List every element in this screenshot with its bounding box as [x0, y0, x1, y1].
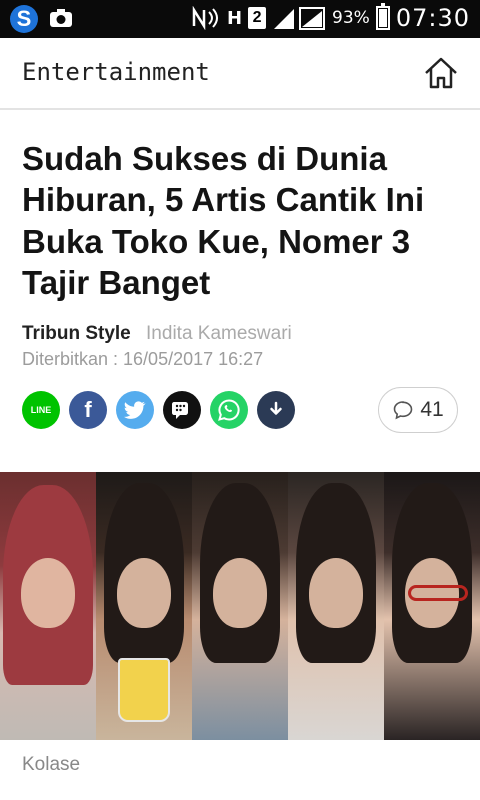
- section-title: Entertainment: [22, 58, 210, 86]
- camera-app-icon: [50, 9, 72, 27]
- whatsapp-share-button[interactable]: [210, 391, 248, 429]
- app-s-icon: S: [10, 5, 38, 33]
- app-header: Entertainment: [0, 38, 480, 110]
- download-arrow-icon: [270, 401, 282, 415]
- published-date: Diterbitkan : 16/05/2017 16:27: [22, 349, 264, 369]
- twitter-bird-icon: [124, 401, 146, 419]
- collage-photo-4: [288, 472, 384, 740]
- comment-bubble-icon: [394, 401, 413, 420]
- twitter-share-button[interactable]: [116, 391, 154, 429]
- collage-photo-2: [96, 472, 192, 740]
- share-row: LINE f bbm: [22, 391, 295, 429]
- facebook-icon: f: [84, 397, 92, 422]
- bbm-share-button[interactable]: bbm: [163, 391, 201, 429]
- bbm-icon: [172, 402, 188, 419]
- clock: 07:30: [395, 4, 470, 32]
- collage-photo-5: [384, 472, 480, 740]
- facebook-share-button[interactable]: f: [69, 391, 107, 429]
- comment-count-button[interactable]: 41: [378, 387, 458, 433]
- comment-count: 41: [420, 398, 444, 421]
- status-bar: S H 2 93% 07:30: [0, 0, 480, 38]
- line-share-button[interactable]: LINE: [22, 391, 60, 429]
- signal-icon: [274, 7, 326, 30]
- network-type: H: [226, 7, 243, 29]
- line-icon: LINE: [30, 405, 52, 415]
- battery-percent: 93%: [332, 8, 370, 28]
- author-name[interactable]: Indita Kameswari: [146, 323, 292, 344]
- battery-icon: [375, 3, 390, 30]
- whatsapp-icon: [218, 399, 240, 421]
- collage-photo-1: [0, 472, 96, 740]
- source-name[interactable]: Tribun Style: [22, 323, 131, 344]
- download-button[interactable]: [257, 391, 295, 429]
- nfc-icon: [192, 6, 218, 30]
- article-headline: Sudah Sukses di Dunia Hiburan, 5 Artis C…: [22, 140, 425, 301]
- article-photo-collage[interactable]: [0, 472, 480, 740]
- image-caption: Kolase: [22, 754, 81, 775]
- sim-slot-badge: 2: [248, 7, 267, 29]
- home-icon[interactable]: [422, 54, 460, 92]
- collage-photo-3: [192, 472, 288, 740]
- byline: Tribun Style Indita Kameswari: [22, 323, 292, 345]
